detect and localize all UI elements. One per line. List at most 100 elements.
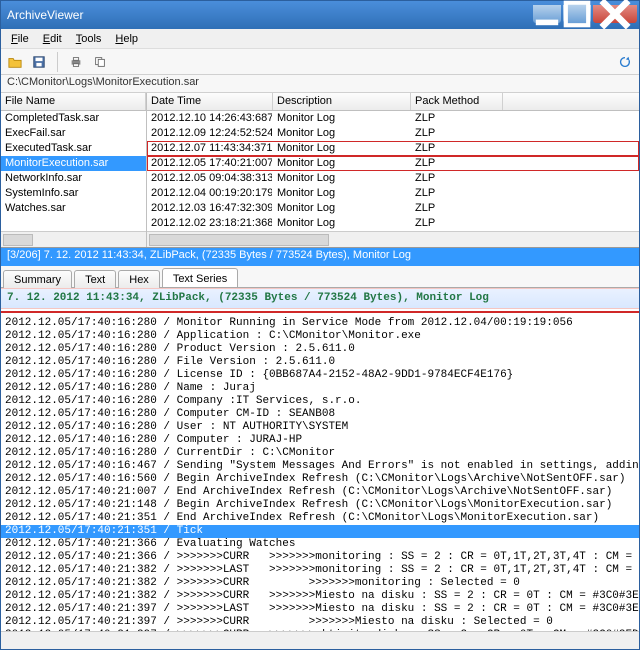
file-name-cell: CompletedTask.sar	[1, 111, 146, 126]
entry-row[interactable]: 2012.12.02 23:18:21:368Monitor LogZLP	[147, 216, 639, 231]
log-lines: 2012.12.05/17:40:16:280 / Monitor Runnin…	[1, 317, 639, 631]
description-cell: Monitor Log	[273, 201, 411, 216]
print-button[interactable]	[66, 52, 86, 72]
file-name-cell: MonitorExecution.sar	[1, 156, 146, 171]
description-cell: Monitor Log	[273, 216, 411, 231]
menubar: File Edit Tools Help	[1, 29, 639, 49]
divider-line	[1, 311, 639, 313]
menu-edit[interactable]: Edit	[37, 31, 68, 47]
log-line: 2012.12.05/17:40:16:280 / Application : …	[1, 330, 639, 343]
file-row[interactable]: SystemInfo.sar	[1, 186, 146, 201]
log-line: 2012.12.05/17:40:16:280 / Monitor Runnin…	[1, 317, 639, 330]
entry-row[interactable]: 2012.12.05 09:04:38:313Monitor LogZLP	[147, 171, 639, 186]
refresh-button[interactable]	[615, 52, 635, 72]
log-line: 2012.12.05/17:40:21:007 / End ArchiveInd…	[1, 486, 639, 499]
log-line: 2012.12.05/17:40:21:397 / >>>>>>>LAST >>…	[1, 603, 639, 616]
datetime-cell: 2012.12.05 17:40:21:007	[147, 156, 273, 171]
tab-hex[interactable]: Hex	[118, 270, 160, 288]
copy-button[interactable]	[90, 52, 110, 72]
tab-summary[interactable]: Summary	[3, 270, 72, 288]
log-line: 2012.12.05/17:40:16:280 / Product Versio…	[1, 343, 639, 356]
upper-split: File Name CompletedTask.sarExecFail.sarE…	[1, 93, 639, 248]
log-line: 2012.12.05/17:40:16:280 / Name : Juraj	[1, 382, 639, 395]
toolbar	[1, 49, 639, 75]
datetime-cell: 2012.12.03 16:47:32:309	[147, 201, 273, 216]
log-line: 2012.12.05/17:40:21:382 / >>>>>>>LAST >>…	[1, 564, 639, 577]
col-filename[interactable]: File Name	[1, 93, 146, 110]
log-line: 2012.12.05/17:40:16:560 / Begin ArchiveI…	[1, 473, 639, 486]
file-row[interactable]: MonitorExecution.sar	[1, 156, 146, 171]
log-line: 2012.12.05/17:40:16:280 / User : NT AUTH…	[1, 421, 639, 434]
close-button[interactable]	[593, 5, 637, 23]
file-name-cell: Watches.sar	[1, 201, 146, 216]
packmethod-cell: ZLP	[411, 216, 503, 231]
entry-row[interactable]: 2012.12.03 16:47:32:309Monitor LogZLP	[147, 201, 639, 216]
description-cell: Monitor Log	[273, 156, 411, 171]
minimize-button[interactable]	[533, 5, 561, 23]
tab-text[interactable]: Text	[74, 270, 116, 288]
description-cell: Monitor Log	[273, 186, 411, 201]
save-button[interactable]	[29, 52, 49, 72]
entry-row[interactable]: 2012.12.10 14:26:43:687Monitor LogZLP	[147, 111, 639, 126]
file-list-header[interactable]: File Name	[1, 93, 146, 111]
app-title: ArchiveViewer	[7, 8, 83, 22]
open-folder-button[interactable]	[5, 52, 25, 72]
col-packmethod[interactable]: Pack Method	[411, 93, 503, 110]
window-statusbar	[1, 631, 639, 649]
packmethod-cell: ZLP	[411, 156, 503, 171]
archiveviewer-window: ArchiveViewer File Edit Tools Help C:\CM…	[0, 0, 640, 650]
log-line: 2012.12.05/17:40:21:351 / End ArchiveInd…	[1, 512, 639, 525]
description-cell: Monitor Log	[273, 111, 411, 126]
status-bar: [3/206] 7. 12. 2012 11:43:34, ZLibPack, …	[1, 248, 639, 266]
log-line: 2012.12.05/17:40:16:280 / License ID : {…	[1, 369, 639, 382]
datetime-cell: 2012.12.10 14:26:43:687	[147, 111, 273, 126]
pathbar: C:\CMonitor\Logs\MonitorExecution.sar	[1, 75, 639, 93]
titlebar[interactable]: ArchiveViewer	[1, 1, 639, 29]
tab-text-series[interactable]: Text Series	[162, 268, 238, 287]
file-list-pane: File Name CompletedTask.sarExecFail.sarE…	[1, 93, 147, 247]
file-list-scrollbar[interactable]	[1, 231, 146, 247]
entry-row[interactable]: 2012.12.05 17:40:21:007Monitor LogZLP	[147, 156, 639, 171]
path-text: C:\CMonitor\Logs\MonitorExecution.sar	[7, 76, 199, 88]
log-line: 2012.12.05/17:40:21:397 / >>>>>>>CURR >>…	[1, 616, 639, 629]
file-list[interactable]: CompletedTask.sarExecFail.sarExecutedTas…	[1, 111, 146, 231]
packmethod-cell: ZLP	[411, 171, 503, 186]
menu-help[interactable]: Help	[109, 31, 144, 47]
entry-list-scrollbar[interactable]	[147, 231, 639, 247]
packmethod-cell: ZLP	[411, 186, 503, 201]
packmethod-cell: ZLP	[411, 126, 503, 141]
menu-tools[interactable]: Tools	[70, 31, 108, 47]
entry-row[interactable]: 2012.12.04 00:19:20:179Monitor LogZLP	[147, 186, 639, 201]
file-name-cell: ExecFail.sar	[1, 126, 146, 141]
content-area[interactable]: 7. 12. 2012 11:43:34, ZLibPack, (72335 B…	[1, 288, 639, 631]
content-header: 7. 12. 2012 11:43:34, ZLibPack, (72335 B…	[1, 288, 639, 309]
entry-list-pane: Date Time Description Pack Method 2012.1…	[147, 93, 639, 247]
packmethod-cell: ZLP	[411, 141, 503, 156]
tab-strip: SummaryTextHexText Series	[1, 266, 639, 288]
log-line: 2012.12.05/17:40:21:351 / Tick	[1, 525, 639, 538]
menu-file[interactable]: File	[5, 31, 35, 47]
entry-list-header[interactable]: Date Time Description Pack Method	[147, 93, 639, 111]
datetime-cell: 2012.12.02 23:18:21:368	[147, 216, 273, 231]
description-cell: Monitor Log	[273, 126, 411, 141]
file-row[interactable]: ExecFail.sar	[1, 126, 146, 141]
datetime-cell: 2012.12.05 09:04:38:313	[147, 171, 273, 186]
col-description[interactable]: Description	[273, 93, 411, 110]
window-controls	[531, 5, 637, 25]
datetime-cell: 2012.12.07 11:43:34:371	[147, 141, 273, 156]
file-name-cell: NetworkInfo.sar	[1, 171, 146, 186]
entry-row[interactable]: 2012.12.09 12:24:52:524Monitor LogZLP	[147, 126, 639, 141]
maximize-button[interactable]	[563, 5, 591, 23]
entry-list[interactable]: 2012.12.10 14:26:43:687Monitor LogZLP201…	[147, 111, 639, 231]
log-line: 2012.12.05/17:40:21:366 / >>>>>>>CURR >>…	[1, 551, 639, 564]
log-line: 2012.12.05/17:40:21:366 / Evaluating Wat…	[1, 538, 639, 551]
datetime-cell: 2012.12.04 00:19:20:179	[147, 186, 273, 201]
entry-row[interactable]: 2012.12.07 11:43:34:371Monitor LogZLP	[147, 141, 639, 156]
col-datetime[interactable]: Date Time	[147, 93, 273, 110]
log-line: 2012.12.05/17:40:16:280 / CurrentDir : C…	[1, 447, 639, 460]
file-row[interactable]: NetworkInfo.sar	[1, 171, 146, 186]
file-row[interactable]: CompletedTask.sar	[1, 111, 146, 126]
file-row[interactable]: ExecutedTask.sar	[1, 141, 146, 156]
file-row[interactable]: Watches.sar	[1, 201, 146, 216]
log-line: 2012.12.05/17:40:16:280 / Computer : JUR…	[1, 434, 639, 447]
